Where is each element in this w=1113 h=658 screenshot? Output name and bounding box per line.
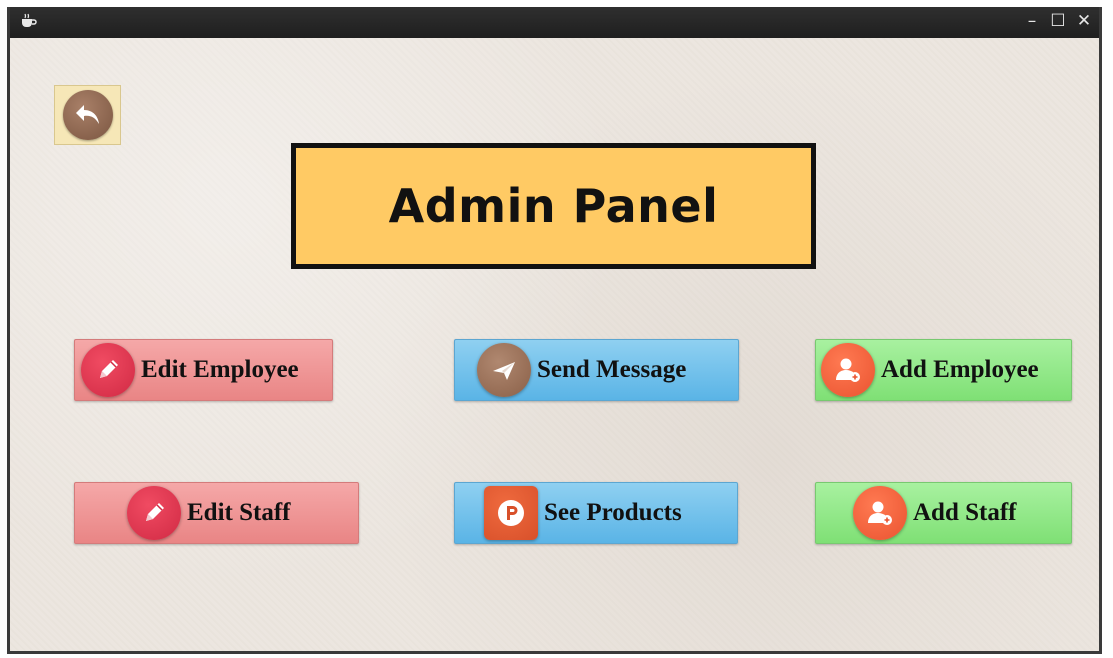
paper-plane-icon xyxy=(477,343,531,397)
page-title: Admin Panel xyxy=(388,179,719,233)
window-controls: – ☐ ✕ xyxy=(1023,11,1093,31)
add-staff-label: Add Staff xyxy=(913,499,1017,526)
product-hunt-icon xyxy=(484,486,538,540)
send-message-button[interactable]: Send Message xyxy=(454,339,739,401)
maximize-button[interactable]: ☐ xyxy=(1049,11,1067,31)
pencil-icon xyxy=(127,486,181,540)
title-bar[interactable]: – ☐ ✕ xyxy=(10,7,1099,38)
edit-staff-label: Edit Staff xyxy=(187,499,291,526)
see-products-label: See Products xyxy=(544,499,682,526)
add-user-icon xyxy=(821,343,875,397)
add-user-icon xyxy=(853,486,907,540)
coffee-cup-icon xyxy=(20,12,38,30)
edit-employee-label: Edit Employee xyxy=(141,356,299,383)
page-title-box: Admin Panel xyxy=(291,143,816,269)
pencil-icon xyxy=(81,343,135,397)
edit-employee-button[interactable]: Edit Employee xyxy=(74,339,333,401)
add-staff-button[interactable]: Add Staff xyxy=(815,482,1072,544)
add-employee-label: Add Employee xyxy=(881,356,1039,383)
minimize-button[interactable]: – xyxy=(1023,11,1041,31)
edit-staff-button[interactable]: Edit Staff xyxy=(74,482,359,544)
send-message-label: Send Message xyxy=(537,356,687,383)
back-arrow-icon xyxy=(62,90,113,140)
app-window: – ☐ ✕ Admin Panel Edit Employee Send Mes… xyxy=(7,7,1102,654)
back-button[interactable] xyxy=(54,85,121,145)
close-button[interactable]: ✕ xyxy=(1075,11,1093,31)
see-products-button[interactable]: See Products xyxy=(454,482,738,544)
add-employee-button[interactable]: Add Employee xyxy=(815,339,1072,401)
